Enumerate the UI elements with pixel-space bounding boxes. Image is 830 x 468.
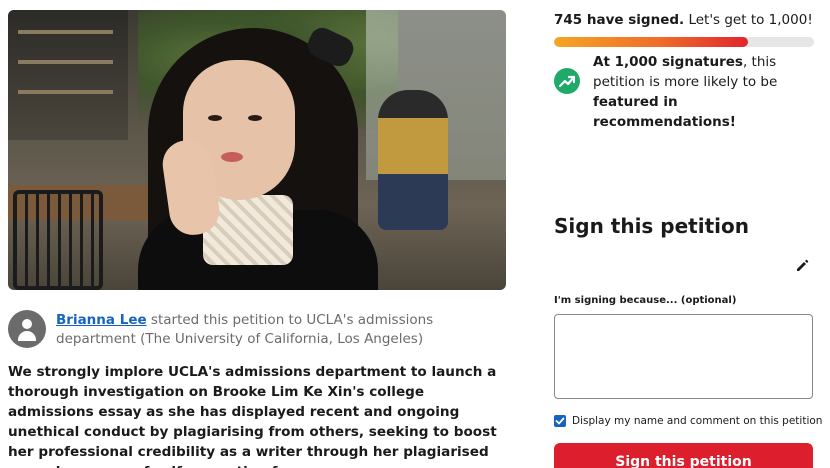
goal-text: Let's get to 1,000!	[684, 12, 813, 28]
petition-starter: Brianna Lee started this petition to UCL…	[8, 310, 506, 350]
starter-text: Brianna Lee started this petition to UCL…	[56, 311, 506, 349]
display-name-label: Display my name and comment on this peti…	[572, 415, 823, 427]
milestone-strong-1: At 1,000 signatures	[593, 54, 743, 70]
display-name-checkbox[interactable]	[554, 415, 566, 427]
display-name-option[interactable]: Display my name and comment on this peti…	[554, 414, 824, 430]
reason-textarea[interactable]	[554, 314, 813, 399]
sign-petition-heading: Sign this petition	[554, 214, 749, 238]
sign-petition-button[interactable]: Sign this petition	[554, 443, 813, 468]
petition-photo	[8, 10, 506, 290]
reason-label: I'm signing because... (optional)	[554, 295, 737, 306]
signature-progress-bar	[554, 37, 814, 47]
petition-description: We strongly implore UCLA's admissions de…	[8, 364, 497, 468]
signed-count-text: 745 have signed.	[554, 12, 685, 28]
signature-count: 745 have signed. Let's get to 1,000!	[554, 12, 813, 28]
trending-up-icon	[554, 68, 580, 94]
milestone-strong-2: featured in recommendations!	[593, 94, 736, 130]
milestone-text: At 1,000 signatures, this petition is mo…	[593, 52, 825, 132]
pencil-icon[interactable]	[795, 259, 809, 273]
starter-name-link[interactable]: Brianna Lee	[56, 312, 147, 328]
avatar	[8, 310, 46, 348]
progress-fill	[554, 37, 748, 47]
